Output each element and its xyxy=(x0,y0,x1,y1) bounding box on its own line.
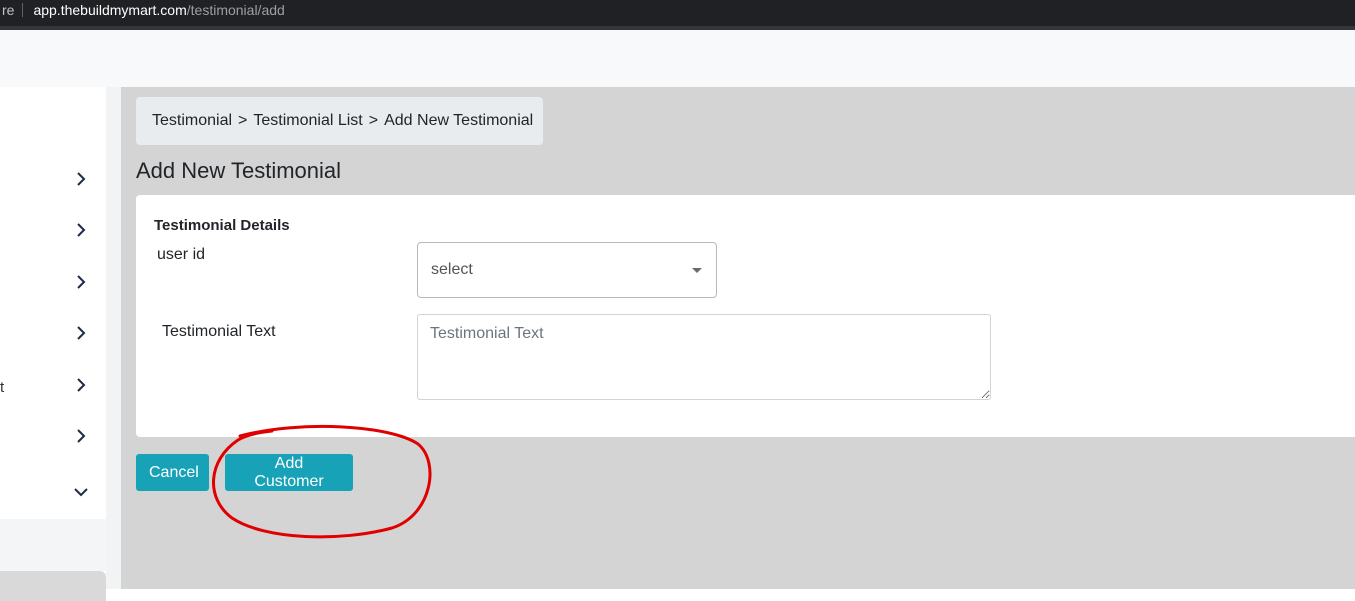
chevron-right-icon[interactable] xyxy=(72,427,90,445)
main-content: Testimonial > Testimonial List > Add New… xyxy=(121,87,1355,589)
breadcrumb-item-testimonial-list[interactable]: Testimonial List xyxy=(253,112,362,130)
address-bar-divider xyxy=(22,3,24,17)
user-id-select[interactable]: select xyxy=(417,242,717,298)
cancel-button[interactable]: Cancel xyxy=(136,454,209,491)
url-path[interactable]: /testimonial/add xyxy=(187,2,285,18)
testimonial-text-input[interactable] xyxy=(417,314,991,400)
breadcrumb-item-current: Add New Testimonial xyxy=(384,112,534,129)
user-id-select-value: select xyxy=(431,261,473,278)
breadcrumb: Testimonial > Testimonial List > Add New… xyxy=(136,97,543,145)
chevron-right-icon[interactable] xyxy=(72,221,90,239)
chevron-right-icon[interactable] xyxy=(72,273,90,291)
sidebar: t xyxy=(0,87,121,601)
chevron-right-icon[interactable] xyxy=(72,170,90,188)
app-header xyxy=(0,30,1355,87)
address-bar-security-fragment: re xyxy=(2,2,15,18)
sidebar-item-label: t xyxy=(0,379,5,396)
testimonial-text-label: Testimonial Text xyxy=(162,323,276,340)
section-title: Testimonial Details xyxy=(154,217,290,234)
breadcrumb-separator: > xyxy=(238,112,248,129)
page-title: Add New Testimonial xyxy=(136,158,342,183)
user-id-label: user id xyxy=(157,246,206,263)
sidebar-item-active[interactable] xyxy=(0,571,106,601)
chevron-right-icon[interactable] xyxy=(72,324,90,342)
sidebar-submenu xyxy=(0,519,106,571)
breadcrumb-separator: > xyxy=(368,112,379,129)
chevron-right-icon[interactable] xyxy=(72,376,90,394)
testimonial-form-card: Testimonial Details user id select Testi… xyxy=(136,195,1355,437)
url-domain[interactable]: app.thebuildmymart.com xyxy=(33,2,186,18)
breadcrumb-item-testimonial[interactable]: Testimonial xyxy=(152,112,232,130)
caret-down-icon xyxy=(692,268,702,273)
add-customer-button[interactable]: Add Customer xyxy=(225,454,353,491)
sidebar-scroll-strip xyxy=(106,87,121,589)
browser-address-bar[interactable]: re app.thebuildmymart.com /testimonial/a… xyxy=(0,0,1355,30)
chevron-down-icon[interactable] xyxy=(72,483,90,501)
